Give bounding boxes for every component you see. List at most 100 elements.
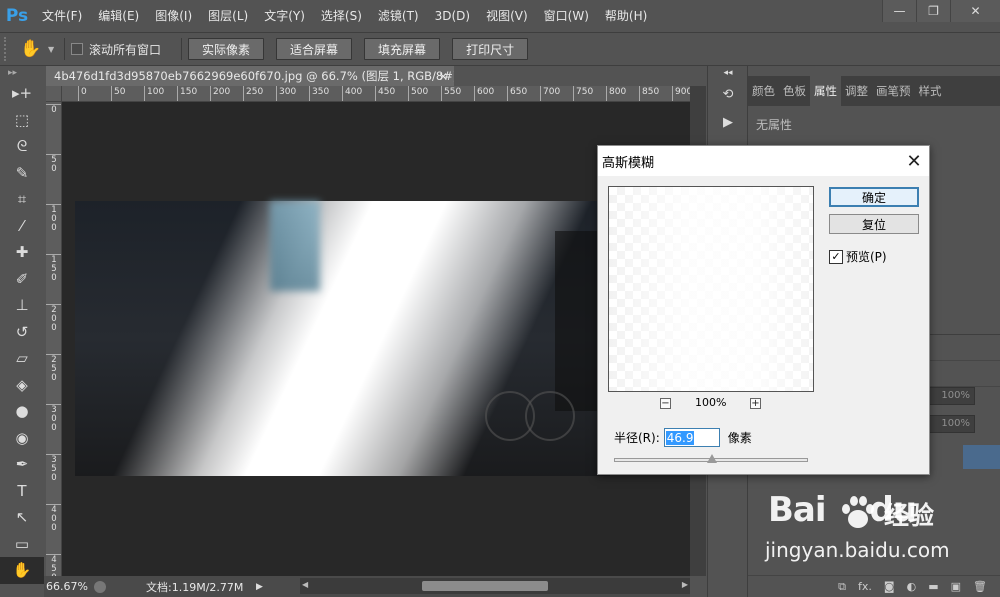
crop-tool-icon[interactable]: ⌗ [0,186,44,213]
maximize-button[interactable]: ❐ [916,0,950,22]
play-icon[interactable]: ▶ [708,108,748,136]
horizontal-ruler[interactable]: 0 50 100 150 200 250 300 350 400 450 500 550 600 650 7… [62,86,690,102]
horizontal-scroll-thumb[interactable] [422,581,548,591]
group-icon[interactable]: ▬ [928,580,938,593]
history-icon[interactable]: ⟲ [708,80,748,108]
preview-zoom-in-button[interactable]: + [750,398,761,409]
blur-tool-icon[interactable]: ● [0,398,44,425]
radius-row: 半径(R): 46.9 像素 [614,428,752,447]
radius-value: 46.9 [665,430,695,445]
menu-item[interactable]: 3D(D) [427,0,478,32]
ruler-tick-label: 400 [46,504,61,533]
adjustment-icon[interactable]: ◐ [907,580,917,593]
new-layer-icon[interactable]: ▣ [951,580,961,593]
menu-item[interactable]: 文字(Y) [256,0,313,32]
healing-brush-tool-icon[interactable]: ✚ [0,239,44,266]
hand-tool-icon[interactable]: ✋ [0,557,44,584]
quick-select-tool-icon[interactable]: ✎ [0,160,44,187]
menu-item[interactable]: 图层(L) [200,0,256,32]
menu-items: 文件(F) 编辑(E) 图像(I) 图层(L) 文字(Y) 选择(S) 滤镜(T) 3D(D)… [34,0,655,32]
close-document-icon[interactable]: × [438,66,448,86]
pen-tool-icon[interactable]: ✒ [0,451,44,478]
radius-input[interactable]: 46.9 [663,428,720,447]
fill-field[interactable]: 100% [923,415,975,433]
scroll-right-icon[interactable]: ▶ [682,580,688,589]
minimize-button[interactable]: — [882,0,916,22]
eraser-tool-icon[interactable]: ▱ [0,345,44,372]
ruler-origin[interactable] [46,86,62,102]
image-bicycle-wheel [525,391,575,441]
selected-layer-row[interactable] [963,445,1000,469]
separator [181,38,183,60]
vertical-ruler[interactable]: 0 50 100 150 200 250 300 350 400 450 [46,102,62,576]
scroll-all-windows-checkbox[interactable] [71,43,83,55]
print-size-button[interactable]: 打印尺寸 [452,38,529,60]
opacity-field[interactable]: 100% [923,387,975,405]
document-tab[interactable]: 4b476d1fd3d95870eb7662969e60f670.jpg @ 6… [46,66,454,86]
reset-button[interactable]: 复位 [829,214,919,234]
document-image[interactable] [75,201,610,476]
zoom-readout[interactable]: 66.67% [44,580,94,593]
menu-item[interactable]: 滤镜(T) [370,0,427,32]
horizontal-scrollbar[interactable]: ◀ ▶ [300,578,690,594]
shape-tool-icon[interactable]: ▭ [0,531,44,558]
history-brush-tool-icon[interactable]: ↺ [0,319,44,346]
menu-item[interactable]: 图像(I) [147,0,200,32]
canvas-area[interactable] [62,102,690,576]
path-select-tool-icon[interactable]: ↖ [0,504,44,531]
ruler-tick-label: 900 [672,86,690,101]
paint-bucket-tool-icon[interactable]: ◈ [0,372,44,399]
status-info-icon[interactable] [94,580,106,593]
panel-tab[interactable]: 颜色 [748,76,779,106]
lasso-tool-icon[interactable]: ᘓ [0,133,44,160]
menu-item[interactable]: 选择(S) [313,0,370,32]
menu-item[interactable]: 文件(F) [34,0,90,32]
blur-preview[interactable] [608,186,814,392]
move-tool-icon[interactable]: ▸+ [0,80,44,107]
brush-tool-icon[interactable]: ✐ [0,266,44,293]
dialog-title-bar[interactable]: 高斯模糊 [598,146,929,176]
panel-tab[interactable]: 属性 [810,76,841,106]
status-menu-arrow-icon[interactable]: ▶ [256,582,268,592]
actual-pixels-button[interactable]: 实际像素 [188,38,265,60]
marquee-tool-icon[interactable]: ⬚ [0,107,44,134]
preview-checkbox[interactable]: ✓ [829,249,843,264]
fill-screen-button[interactable]: 填充屏幕 [364,38,441,60]
scroll-left-icon[interactable]: ◀ [302,580,308,589]
options-bar-grip[interactable] [4,37,14,61]
panel-tab[interactable]: 色板 [779,76,810,106]
properties-panel-tabs: 颜色 色板 属性 调整 画笔预 样式 [748,76,1000,106]
ok-button[interactable]: 确定 [829,187,919,207]
panel-tab[interactable]: 调整 [841,76,872,106]
menu-item[interactable]: 视图(V) [478,0,536,32]
tool-preset-dropdown-icon[interactable]: ▼ [48,45,58,54]
trash-icon[interactable]: 🗑 [973,580,987,593]
preview-zoom-out-button[interactable]: − [660,398,671,409]
hand-icon[interactable]: ✋ [14,36,48,62]
fit-screen-button[interactable]: 适合屏幕 [276,38,353,60]
link-layers-icon[interactable]: ⧉ [838,580,846,594]
dock-collapse-icon[interactable]: ◂◂ [708,66,748,80]
ruler-tick-label: 450 [375,86,395,101]
radius-slider-thumb[interactable] [707,454,717,463]
clone-stamp-tool-icon[interactable]: ⊥ [0,292,44,319]
fx-icon[interactable]: fx. [858,580,872,593]
panel-tab[interactable]: 样式 [915,76,946,106]
ruler-tick-label: 0 [78,86,87,101]
ruler-tick-label: 0 [46,104,61,115]
close-window-button[interactable]: ✕ [950,0,1000,22]
menu-item[interactable]: 窗口(W) [536,0,597,32]
menu-item[interactable]: 帮助(H) [597,0,655,32]
dodge-tool-icon[interactable]: ◉ [0,425,44,452]
radius-slider[interactable] [614,454,808,463]
menu-item[interactable]: 编辑(E) [90,0,147,32]
preview-toggle[interactable]: ✓ 预览(P) [829,248,887,265]
mask-icon[interactable]: ◙ [884,580,895,593]
toolbox: ▸▸ ▸+ ⬚ ᘓ ✎ ⌗ ⁄ ✚ ✐ ⊥ ↺ ▱ ◈ ● ◉ ✒ T ↖ ▭ ✋ [0,66,44,597]
dialog-close-icon[interactable]: ✕ [899,146,929,176]
toolbox-collapse-icon[interactable]: ▸▸ [0,66,44,80]
panel-tab[interactable]: 画笔预 [872,76,915,106]
ruler-tick-label: 300 [46,404,61,433]
type-tool-icon[interactable]: T [0,478,44,505]
eyedropper-tool-icon[interactable]: ⁄ [0,213,44,240]
